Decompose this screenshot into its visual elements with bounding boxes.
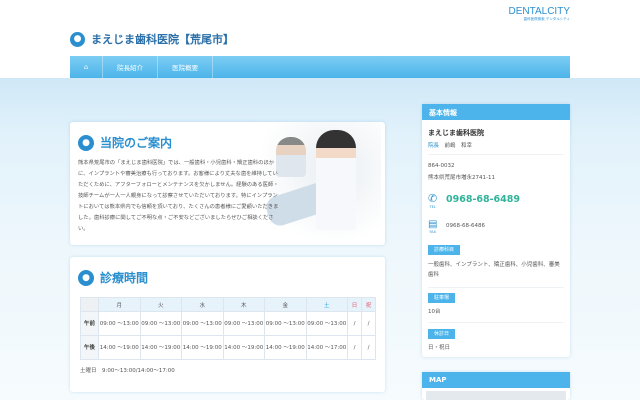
divider [428,154,564,155]
tooth-icon: ● [78,269,94,286]
day-header: 木 [222,297,265,312]
hours-cell: 09:00 ～13:00 [139,311,182,336]
hours-cell: / [361,335,376,360]
tooth-icon: ● [78,134,94,151]
hours-cell: 14:00 ～19:00 [139,335,182,360]
day-header: 水 [181,297,224,312]
tel-number[interactable]: 0968-68-6489 [446,194,520,205]
table-row: 午前 09:00 ～13:00 09:00 ～13:00 09:00 ～13:00 0… [80,311,376,336]
hours-cell: 09:00 ～13:00 [305,311,348,336]
fax-number: 0968-68-6486 [446,223,485,229]
map-view[interactable] [426,391,566,400]
parking-badge: 駐車場 [428,293,456,303]
hours-cell: / [347,311,362,336]
subjects: 一般歯科、インプラント、矯正歯科、小児歯科、審美歯科 [428,262,560,278]
hours-cell: 14:00 ～19:00 [222,335,265,360]
clinic-name: まえじま歯科医院 [428,129,484,137]
info-heading: 基本情報 [422,104,570,120]
closed-days: 日・祝日 [428,345,451,351]
day-header: 祝 [361,297,376,312]
hours-cell: 09:00 ～13:00 [264,311,307,336]
tooth-icon: ● [70,31,85,47]
saturday-note: 土曜日 9:00～13:00/14:00～17:00 [80,368,175,374]
site-title-text: まえじま歯科医院【荒尾市】 [91,33,234,46]
logo-text: DENTALCITY [508,6,571,17]
nav-item-director[interactable]: 院長紹介 [103,56,159,78]
divider [428,322,564,323]
day-header: 月 [98,297,141,312]
director-label: 院長 [428,143,440,149]
tel-label: TEL [429,205,436,209]
site-title[interactable]: ● まえじま歯科医院【荒尾市】 [70,31,234,47]
phone-icon: ✆ TEL [428,192,438,209]
address: 熊本県荒尾市増永2741-11 [428,175,495,181]
nav-item-overview[interactable]: 医院概要 [158,56,214,78]
row-label: 午後 [80,335,99,360]
fax-icon: ▤ FAX [428,219,438,234]
intro-heading-text: 当院のご案内 [100,136,173,150]
fax-label: FAX [429,230,436,234]
hours-cell: 14:00 ～19:00 [264,335,307,360]
main-nav: ⌂ 院長紹介 医院概要 [70,56,570,78]
logo-subtext: 歯科医院検索 デンタルシティ [523,17,570,21]
hours-cell: / [361,311,376,336]
day-header: 土 [305,297,348,312]
closed-badge: 休診日 [428,329,456,339]
director-name: 前嶋 和幸 [444,143,473,149]
intro-text: 熊本県荒尾市の「まえじま歯科医院」では、一般歯科・小児歯科・矯正歯科のほかに、イ… [78,160,279,232]
hours-heading-text: 診療時間 [100,271,149,285]
home-icon[interactable]: ⌂ [70,56,104,78]
hours-table: 月 火 水 木 金 土 日 祝 午前 09:00 ～13:00 09:00 ～13… [80,297,376,360]
intro-heading: ● 当院のご案内 [78,134,172,151]
hours-cell: 14:00 ～19:00 [98,335,141,360]
hours-card: ● 診療時間 月 火 水 木 金 土 日 祝 午前 09:00 ～13:00 09… [70,257,385,392]
map-card: MAP [422,372,570,400]
corner-cell [80,297,99,312]
intro-card: ● 当院のご案内 熊本県荒尾市の「まえじま歯科医院」では、一般歯科・小児歯科・矯… [70,122,385,245]
hours-cell: 09:00 ～13:00 [181,311,224,336]
divider [428,287,564,288]
hours-cell: 14:00 ～17:00 [305,335,348,360]
hours-cell: 14:00 ～19:00 [181,335,224,360]
table-row: 午後 14:00 ～19:00 14:00 ～19:00 14:00 ～19:00 1… [80,335,376,360]
row-label: 午前 [80,311,99,336]
info-card: 基本情報 まえじま歯科医院 院長 前嶋 和幸 864-0032 熊本県荒尾市増永… [422,104,570,357]
day-header: 火 [139,297,182,312]
map-heading: MAP [422,372,570,388]
parking: 10台 [428,309,441,315]
zip-code: 864-0032 [428,163,455,169]
dentalcity-logo[interactable]: DENTALCITY 歯科医院検索 デンタルシティ [508,6,571,22]
hours-cell: / [347,335,362,360]
day-header: 金 [264,297,307,312]
hours-cell: 09:00 ～13:00 [222,311,265,336]
hours-cell: 09:00 ～13:00 [98,311,141,336]
hours-heading: ● 診療時間 [78,269,148,286]
day-header: 日 [347,297,362,312]
subjects-badge: 診療科目 [428,245,461,255]
